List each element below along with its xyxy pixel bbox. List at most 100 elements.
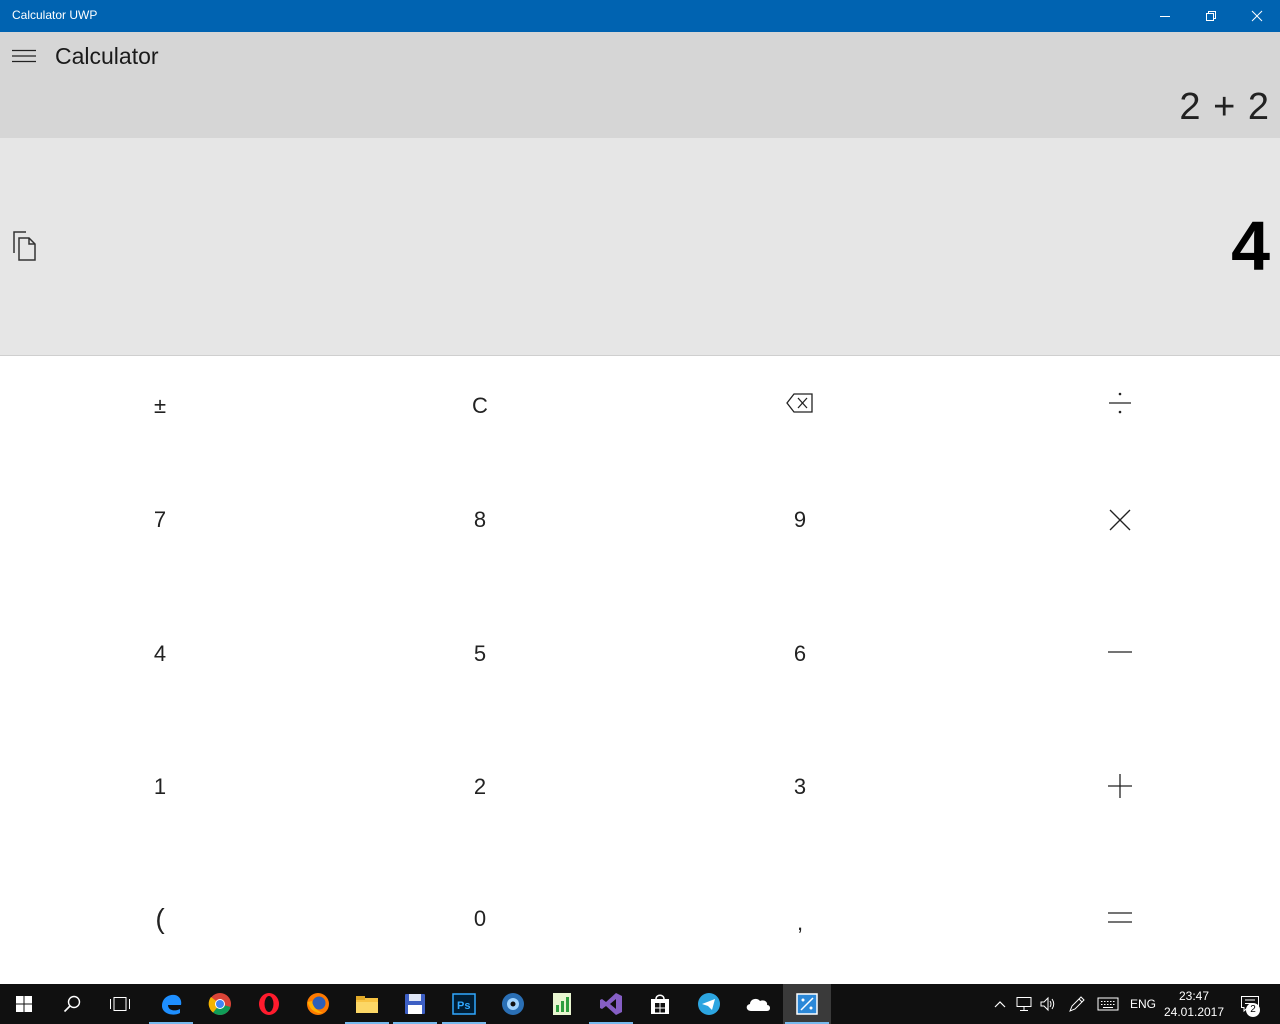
spreadsheet-icon xyxy=(553,993,571,1015)
copy-icon xyxy=(13,231,36,261)
digit-7-button[interactable]: 7 xyxy=(0,452,320,587)
divide-button[interactable] xyxy=(960,357,1280,452)
digit-2-label: 2 xyxy=(473,774,487,799)
visual-studio-icon xyxy=(600,993,622,1015)
clock-time: 23:47 xyxy=(1178,989,1210,1003)
digit-4-button[interactable]: 4 xyxy=(0,587,320,720)
multiply-icon xyxy=(1109,509,1131,530)
digit-3-label: 3 xyxy=(793,774,807,799)
keyboard-icon xyxy=(1097,997,1119,1011)
equals-button[interactable] xyxy=(960,854,1280,984)
decimal-separator-label: , xyxy=(796,910,804,935)
minus-icon xyxy=(1108,650,1132,653)
taskbar-chrome[interactable] xyxy=(196,984,244,1024)
chrome-icon xyxy=(208,993,231,1015)
digit-8-button[interactable]: 8 xyxy=(320,452,640,587)
show-hidden-icons-button[interactable] xyxy=(990,984,1010,1024)
input-language-button[interactable]: ENG xyxy=(1126,984,1160,1024)
input-language-label: ENG xyxy=(1129,997,1156,1011)
result-area: 4 xyxy=(0,138,1280,356)
expression-display: 2 + 2 xyxy=(1179,86,1270,128)
digit-3-button[interactable]: 3 xyxy=(640,720,960,854)
parenthesis-button[interactable]: ( xyxy=(0,854,320,984)
decimal-separator-button[interactable]: , xyxy=(640,854,960,984)
parenthesis-label: ( xyxy=(155,903,165,934)
touch-keyboard-button[interactable] xyxy=(1095,984,1121,1024)
task-view-button[interactable] xyxy=(96,984,144,1024)
app-title: Calculator xyxy=(55,43,159,69)
windows-logo-icon xyxy=(16,996,32,1012)
taskbar-visual-studio[interactable] xyxy=(587,984,635,1024)
task-view-icon xyxy=(110,997,130,1011)
photoshop-icon: Ps xyxy=(452,993,476,1015)
close-button[interactable] xyxy=(1234,0,1280,32)
taskbar-calculator[interactable] xyxy=(783,984,831,1024)
plus-minus-button[interactable]: ± xyxy=(0,357,320,452)
floppy-disk-icon xyxy=(405,994,425,1014)
hamburger-menu-button[interactable] xyxy=(0,32,48,80)
taskbar-file-explorer[interactable] xyxy=(343,984,391,1024)
digit-4-label: 4 xyxy=(153,640,167,666)
start-button[interactable] xyxy=(0,984,48,1024)
app-header: Calculator 2 + 2 xyxy=(0,32,1280,138)
restore-button[interactable] xyxy=(1188,0,1234,32)
digit-1-label: 1 xyxy=(153,774,167,799)
window-title: Calculator UWP xyxy=(12,8,98,22)
notification-count-badge: 2 xyxy=(1246,1003,1260,1017)
digit-9-label: 9 xyxy=(793,506,807,532)
taskbar-firefox[interactable] xyxy=(294,984,342,1024)
search-button[interactable] xyxy=(48,984,96,1024)
result-display: 4 xyxy=(1231,207,1270,285)
chevron-up-icon xyxy=(994,1001,1006,1008)
digit-1-button[interactable]: 1 xyxy=(0,720,320,854)
taskbar-photoshop[interactable]: Ps xyxy=(440,984,488,1024)
pen-workspace-button[interactable] xyxy=(1065,984,1089,1024)
opera-icon xyxy=(259,993,279,1015)
divide-icon xyxy=(1109,392,1131,414)
telegram-icon xyxy=(698,993,720,1015)
minimize-icon xyxy=(1160,16,1170,17)
minimize-button[interactable] xyxy=(1142,0,1188,32)
keypad: ± C 7 8 9 4 5 6 1 2 3 (0 , xyxy=(0,357,1280,984)
taskbar-opera[interactable] xyxy=(245,984,293,1024)
taskbar-spreadsheet-app[interactable] xyxy=(538,984,586,1024)
backspace-button[interactable] xyxy=(640,357,960,452)
taskbar-save-app[interactable] xyxy=(391,984,439,1024)
plus-icon xyxy=(1108,774,1132,798)
taskbar-edge[interactable] xyxy=(147,984,195,1024)
digit-2-button[interactable]: 2 xyxy=(320,720,640,854)
svg-text:Ps: Ps xyxy=(457,1000,470,1012)
cloud-icon xyxy=(746,998,770,1011)
subtract-button[interactable] xyxy=(960,587,1280,720)
digit-5-label: 5 xyxy=(473,640,487,666)
search-icon xyxy=(63,995,81,1013)
clock-button[interactable]: 23:47 24.01.2017 xyxy=(1163,988,1225,1020)
volume-button[interactable] xyxy=(1037,984,1059,1024)
add-button[interactable] xyxy=(960,720,1280,854)
taskbar-onedrive[interactable] xyxy=(734,984,782,1024)
close-icon xyxy=(1251,10,1263,22)
folder-icon xyxy=(356,996,378,1013)
digit-8-label: 8 xyxy=(473,506,487,532)
pen-icon xyxy=(1069,996,1085,1012)
taskbar-media-app[interactable] xyxy=(489,984,537,1024)
digit-5-button[interactable]: 5 xyxy=(320,587,640,720)
network-button[interactable] xyxy=(1013,984,1035,1024)
copy-button[interactable] xyxy=(6,226,42,266)
title-bar: Calculator UWP xyxy=(0,0,1280,32)
clear-button[interactable]: C xyxy=(320,357,640,452)
multiply-button[interactable] xyxy=(960,452,1280,587)
network-icon xyxy=(1016,997,1032,1011)
hamburger-icon xyxy=(12,49,36,63)
store-icon xyxy=(651,994,669,1014)
volume-icon xyxy=(1040,996,1055,1012)
digit-6-label: 6 xyxy=(793,640,807,666)
taskbar-telegram[interactable] xyxy=(685,984,733,1024)
equals-icon xyxy=(1108,912,1132,923)
digit-7-label: 7 xyxy=(153,506,167,532)
backspace-icon xyxy=(786,393,813,413)
digit-0-button[interactable]: 0 xyxy=(320,854,640,984)
digit-6-button[interactable]: 6 xyxy=(640,587,960,720)
taskbar-store[interactable] xyxy=(636,984,684,1024)
digit-9-button[interactable]: 9 xyxy=(640,452,960,587)
